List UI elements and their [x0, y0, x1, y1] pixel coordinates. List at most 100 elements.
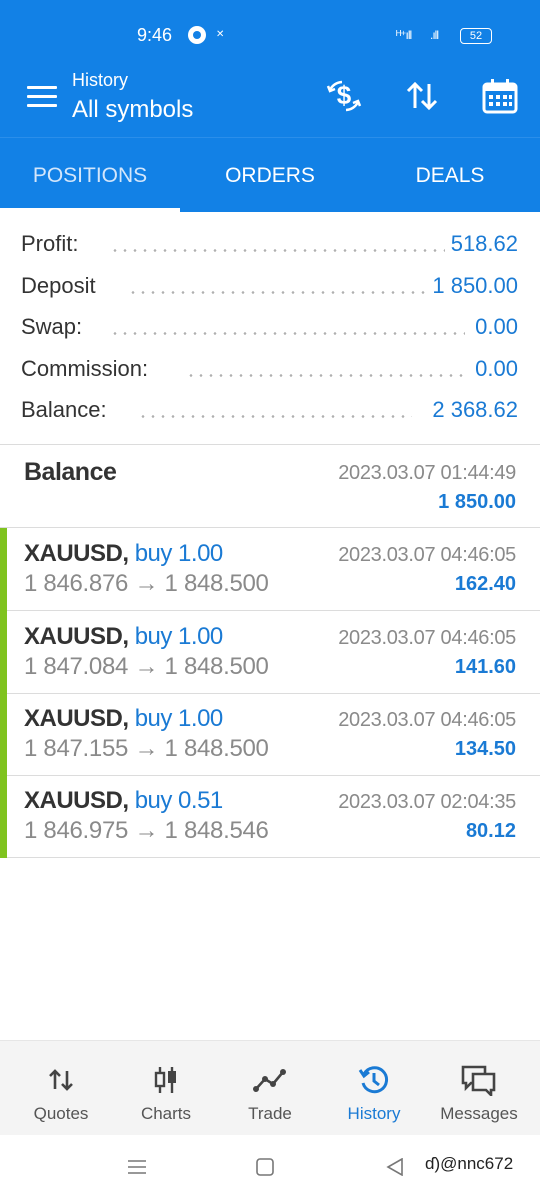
nav-messages[interactable]: Messages — [427, 1041, 531, 1136]
position-title: XAUUSD, buy 1.00 — [24, 623, 223, 651]
summary-label: Commission: — [21, 355, 149, 382]
balance-entry[interactable]: Balance 2023.03.07 01:44:49 1 850.00 — [0, 446, 540, 527]
summary-label: Balance: — [21, 397, 107, 423]
history-tabs: POSITIONS ORDERS DEALS — [0, 137, 540, 212]
back-icon[interactable] — [386, 1157, 404, 1181]
position-row[interactable]: XAUUSD, buy 1.00 1 846.876 → 1 848.500 2… — [0, 528, 540, 611]
position-title: XAUUSD, buy 0.51 — [24, 787, 223, 815]
quotes-icon — [41, 1063, 81, 1097]
summary-value: 0.00 — [469, 314, 518, 340]
position-profit: 134.50 — [454, 738, 516, 760]
summary-row-profit: Profit: 518.62 — [0, 225, 540, 267]
nav-label: History — [347, 1104, 401, 1123]
nav-label: Messages — [440, 1104, 518, 1123]
dotted-leader — [110, 332, 465, 335]
menu-icon[interactable] — [27, 86, 57, 108]
calendar-icon[interactable] — [478, 74, 522, 118]
app-bar-subtitle: History — [72, 70, 129, 90]
dotted-leader — [186, 373, 465, 377]
buy-indicator — [0, 693, 7, 776]
position-time: 2023.03.07 02:04:35 — [338, 791, 516, 813]
notification-icon: ✕ — [216, 29, 225, 40]
position-prices: 1 847.155 → 1 848.500 — [24, 735, 269, 763]
status-bar: 9:46 ✕ ᴴ⁺ıll .ıll 52 — [0, 0, 540, 62]
position-row[interactable]: XAUUSD, buy 1.00 1 847.155 → 1 848.500 2… — [0, 693, 540, 776]
buy-indicator — [0, 528, 7, 611]
summary-value: 518.62 — [444, 231, 518, 257]
position-prices: 1 847.084 → 1 848.500 — [24, 653, 269, 681]
svg-text:$: $ — [337, 80, 352, 110]
balance-entry-time: 2023.03.07 01:44:49 — [338, 462, 516, 484]
currency-exchange-icon[interactable]: $ — [322, 74, 366, 118]
summary-value: 1 850.00 — [426, 272, 518, 299]
watermark: ɗ)@nnc672 — [425, 1154, 514, 1173]
position-symbol: XAUUSD, — [24, 787, 129, 814]
summary-label: Deposit — [21, 272, 96, 299]
nav-label: Quotes — [33, 1104, 89, 1123]
position-profit: 162.40 — [454, 573, 516, 595]
position-time: 2023.03.07 04:46:05 — [338, 627, 516, 649]
summary-row-commission: Commission: 0.00 — [0, 350, 540, 392]
position-action: buy 1.00 — [134, 705, 224, 732]
position-prices: 1 846.975 → 1 848.546 — [24, 817, 269, 845]
nav-trade[interactable]: Trade — [218, 1041, 322, 1136]
summary-value: 0.00 — [469, 355, 518, 382]
tab-deals[interactable]: DEALS — [360, 138, 540, 212]
position-action: buy 0.51 — [134, 787, 224, 814]
close-price: 1 848.500 — [164, 653, 269, 680]
app-bar: History All symbols $ — [0, 62, 540, 137]
summary-value: 2 368.62 — [426, 397, 518, 423]
close-price: 1 848.546 — [164, 817, 269, 844]
arrow-icon: → — [134, 735, 159, 762]
app-notification-icon — [188, 26, 206, 44]
arrow-icon: → — [134, 653, 159, 680]
charts-icon — [146, 1063, 186, 1097]
home-icon[interactable] — [256, 1158, 274, 1181]
nav-label: Charts — [140, 1104, 192, 1123]
position-profit: 141.60 — [454, 656, 516, 678]
dotted-leader — [138, 415, 412, 418]
position-symbol: XAUUSD, — [24, 540, 129, 567]
nav-history[interactable]: History — [322, 1041, 426, 1136]
nav-quotes[interactable]: Quotes — [9, 1041, 113, 1136]
buy-indicator — [0, 775, 7, 858]
cell-signal-icon: .ıll — [430, 28, 439, 42]
recent-apps-icon[interactable] — [127, 1159, 147, 1180]
position-row[interactable]: XAUUSD, buy 1.00 1 847.084 → 1 848.500 2… — [0, 611, 540, 694]
buy-indicator — [0, 611, 7, 694]
bottom-navigation: Quotes Charts Trade History Messages — [0, 1040, 540, 1136]
messages-icon — [459, 1063, 499, 1097]
position-title: XAUUSD, buy 1.00 — [24, 540, 223, 568]
wifi-signal-icon: ᴴ⁺ıll — [396, 28, 412, 42]
sort-icon[interactable] — [400, 74, 444, 118]
position-action: buy 1.00 — [134, 623, 224, 650]
arrow-icon: → — [134, 817, 159, 844]
position-profit: 80.12 — [465, 820, 516, 842]
history-icon — [354, 1063, 394, 1097]
balance-entry-name: Balance — [24, 458, 117, 486]
open-price: 1 847.084 — [24, 653, 129, 680]
summary-label: Profit: — [21, 231, 79, 257]
divider — [0, 444, 540, 445]
app-bar-title[interactable]: All symbols — [72, 96, 193, 124]
summary-row-balance: Balance: 2 368.62 — [0, 391, 540, 433]
dotted-leader — [110, 249, 465, 252]
tab-positions[interactable]: POSITIONS — [0, 138, 180, 212]
position-prices: 1 846.876 → 1 848.500 — [24, 570, 269, 598]
position-row[interactable]: XAUUSD, buy 0.51 1 846.975 → 1 848.546 2… — [0, 775, 540, 858]
position-time: 2023.03.07 04:46:05 — [338, 709, 516, 731]
arrow-icon: → — [134, 570, 159, 597]
close-price: 1 848.500 — [164, 735, 269, 762]
position-symbol: XAUUSD, — [24, 623, 129, 650]
trade-icon — [250, 1063, 290, 1097]
nav-label: Trade — [248, 1104, 292, 1123]
nav-charts[interactable]: Charts — [114, 1041, 218, 1136]
summary-row-deposit: Deposit 1 850.00 — [0, 267, 540, 309]
summary-row-swap: Swap: 0.00 — [0, 308, 540, 350]
status-time: 9:46 — [137, 25, 173, 45]
balance-entry-amount: 1 850.00 — [438, 491, 516, 513]
close-price: 1 848.500 — [164, 570, 269, 597]
open-price: 1 846.975 — [24, 817, 129, 844]
tab-orders[interactable]: ORDERS — [180, 138, 360, 212]
battery-icon: 52 — [460, 28, 492, 44]
